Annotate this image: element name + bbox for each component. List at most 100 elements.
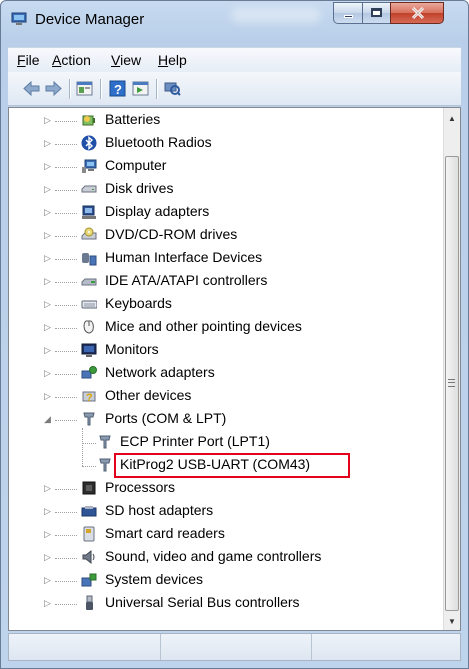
scan-hardware-icon[interactable]	[164, 80, 181, 97]
tree-item-label: Computer	[105, 157, 167, 173]
network-adapter-icon	[81, 366, 97, 379]
expand-arrow-icon[interactable]: ▷	[44, 230, 51, 241]
tree-item[interactable]: ▷ Batteries	[9, 109, 439, 132]
expand-arrow-icon[interactable]: ▷	[44, 483, 51, 494]
svg-text:?: ?	[86, 392, 93, 404]
tree-item-label: IDE ATA/ATAPI controllers	[105, 272, 268, 288]
scroll-down-icon[interactable]: ▼	[448, 617, 456, 626]
expand-arrow-icon[interactable]: ▷	[44, 368, 51, 379]
menu-view[interactable]: View	[111, 52, 141, 68]
menu-help[interactable]: Help	[158, 52, 187, 68]
expand-arrow-icon[interactable]: ▷	[44, 184, 51, 195]
tree-item[interactable]: ▷ DVD/CD-ROM drives	[9, 224, 439, 247]
ide-controller-icon	[81, 278, 97, 286]
device-tree[interactable]: ▷ Batteries ▷ Bluetooth Radios ▷ Computer ▷ Dis…	[8, 107, 461, 631]
back-icon[interactable]	[23, 80, 40, 97]
help-icon[interactable]: ?	[109, 80, 126, 97]
tree-item[interactable]: ▷? Other devices	[9, 385, 439, 408]
tree-connector	[55, 144, 77, 145]
tree-item-label: ECP Printer Port (LPT1)	[120, 433, 270, 449]
tree-item[interactable]: ECP Printer Port (LPT1)	[9, 431, 439, 454]
tree-item-label: Processors	[105, 479, 176, 495]
tree-item[interactable]: ▷ Display adapters	[9, 201, 439, 224]
collapse-arrow-icon[interactable]: ◢	[44, 414, 51, 425]
tree-item[interactable]: ▷ Sound, video and game controllers	[9, 546, 439, 569]
expand-arrow-icon[interactable]: ▷	[44, 598, 51, 609]
expand-arrow-icon[interactable]: ▷	[44, 299, 51, 310]
expand-arrow-icon[interactable]: ▷	[44, 276, 51, 287]
toolbar-separator	[69, 79, 70, 99]
tree-connector	[55, 535, 77, 536]
port-icon	[99, 458, 111, 472]
device-manager-window: Device Manager File Action View Help ? ▷…	[0, 0, 469, 669]
tree-item[interactable]: ▷ Bluetooth Radios	[9, 132, 439, 155]
tree-item-label: Monitors	[105, 341, 159, 357]
forward-icon[interactable]	[45, 80, 62, 97]
tree-connector	[55, 213, 77, 214]
tree-connector	[55, 581, 77, 582]
vertical-scrollbar[interactable]: ▲ ▼	[443, 108, 460, 630]
tree-connector	[55, 190, 77, 191]
tree-connector	[55, 374, 77, 375]
expand-arrow-icon[interactable]: ▷	[44, 138, 51, 149]
tree-item[interactable]: ▷ Monitors	[9, 339, 439, 362]
tree-item[interactable]: ▷ System devices	[9, 569, 439, 592]
tree-connector	[55, 604, 77, 605]
properties-icon[interactable]	[76, 80, 93, 97]
tree-item[interactable]: ▷ IDE ATA/ATAPI controllers	[9, 270, 439, 293]
expand-arrow-icon[interactable]: ▷	[44, 552, 51, 563]
battery-icon	[82, 115, 95, 126]
title-bar[interactable]: Device Manager	[1, 1, 468, 39]
tree-item[interactable]: ▷ Keyboards	[9, 293, 439, 316]
menu-bar: File Action View Help	[8, 47, 461, 72]
port-icon	[99, 435, 111, 449]
close-button[interactable]	[390, 2, 444, 24]
tree-item[interactable]: ▷ Universal Serial Bus controllers	[9, 592, 439, 615]
menu-file[interactable]: File	[17, 52, 40, 68]
scroll-up-icon[interactable]: ▲	[448, 114, 456, 123]
tree-connector	[55, 420, 77, 421]
tree-connector	[55, 282, 77, 283]
tree-item[interactable]: ▷ Disk drives	[9, 178, 439, 201]
processor-icon	[82, 481, 96, 495]
title-bar-glass	[231, 7, 321, 23]
hid-icon	[82, 253, 97, 266]
expand-arrow-icon[interactable]: ▷	[44, 575, 51, 586]
menu-action[interactable]: Action	[52, 52, 91, 68]
smart-card-icon	[83, 526, 95, 542]
tree-item[interactable]: ▷ Computer	[9, 155, 439, 178]
tree-connector	[82, 466, 96, 467]
tree-item[interactable]: ◢ Ports (COM & LPT)	[9, 408, 439, 431]
tree-item[interactable]: ▷ Human Interface Devices	[9, 247, 439, 270]
expand-arrow-icon[interactable]: ▷	[44, 529, 51, 540]
tree-item[interactable]: ▷ Network adapters	[9, 362, 439, 385]
tree-connector	[55, 397, 77, 398]
tree-connector	[55, 259, 77, 260]
status-cell	[160, 634, 312, 660]
minimize-button[interactable]	[333, 2, 363, 24]
expand-arrow-icon[interactable]: ▷	[44, 506, 51, 517]
toolbar-separator	[156, 79, 157, 99]
maximize-button[interactable]	[362, 2, 391, 24]
keyboard-icon	[81, 300, 97, 309]
port-icon	[83, 412, 95, 426]
expand-arrow-icon[interactable]: ▷	[44, 207, 51, 218]
expand-arrow-icon[interactable]: ▷	[44, 161, 51, 172]
tree-item[interactable]: ▷ SD host adapters	[9, 500, 439, 523]
expand-arrow-icon[interactable]: ▷	[44, 391, 51, 402]
tree-connector	[55, 489, 77, 490]
tree-item[interactable]: ▷ Processors	[9, 477, 439, 500]
tree-connector	[82, 428, 83, 466]
tree-item-label: Smart card readers	[105, 525, 225, 541]
tree-item[interactable]: ▷ Smart card readers	[9, 523, 439, 546]
tree-item-label: Batteries	[105, 111, 161, 127]
tree-item[interactable]: ▷ Mice and other pointing devices	[9, 316, 439, 339]
expand-arrow-icon[interactable]: ▷	[44, 253, 51, 264]
expand-arrow-icon[interactable]: ▷	[44, 322, 51, 333]
expand-arrow-icon[interactable]: ▷	[44, 345, 51, 356]
show-hidden-icon[interactable]	[132, 80, 149, 97]
tree-item-label: Display adapters	[105, 203, 210, 219]
expand-arrow-icon[interactable]: ▷	[44, 115, 51, 126]
tree-connector	[55, 558, 77, 559]
tree-item-label: Mice and other pointing devices	[105, 318, 302, 334]
